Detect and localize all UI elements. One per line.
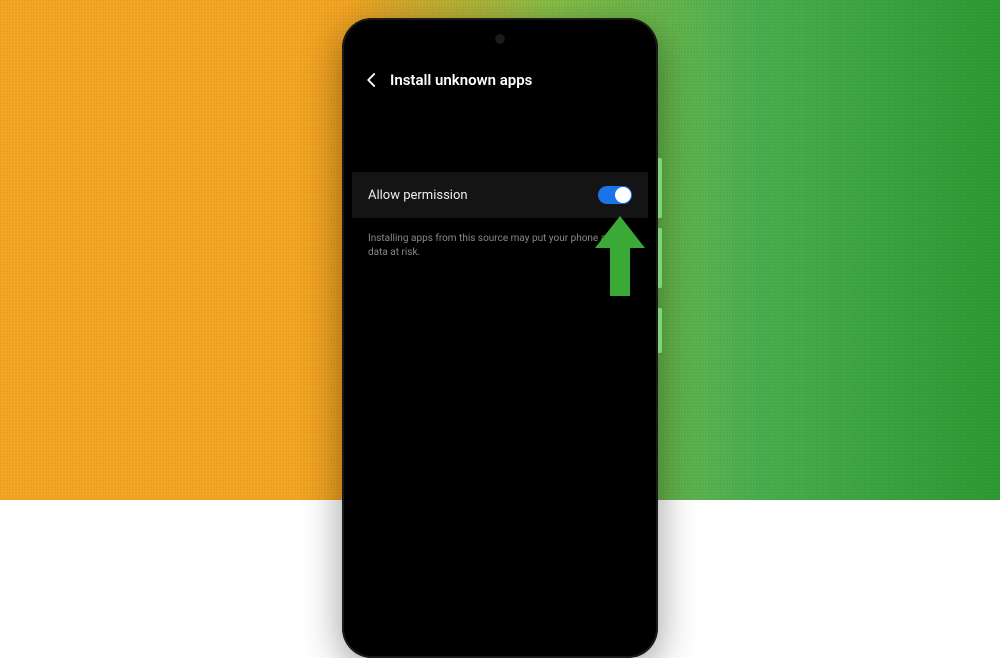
phone-side-button bbox=[658, 158, 662, 218]
permission-description: Installing apps from this source may put… bbox=[352, 218, 648, 274]
back-button[interactable] bbox=[362, 70, 382, 90]
page-title: Install unknown apps bbox=[390, 71, 532, 89]
permission-row[interactable]: Allow permission bbox=[352, 172, 648, 218]
chevron-left-icon bbox=[363, 71, 381, 89]
phone-side-button bbox=[658, 308, 662, 353]
phone-frame: Install unknown apps Allow permission In… bbox=[342, 18, 658, 658]
permission-label: Allow permission bbox=[368, 188, 468, 203]
phone-screen: Install unknown apps Allow permission In… bbox=[352, 28, 648, 648]
phone-side-button bbox=[658, 228, 662, 288]
camera-notch bbox=[495, 34, 505, 44]
permission-toggle[interactable] bbox=[598, 186, 632, 204]
toggle-thumb bbox=[615, 187, 631, 203]
